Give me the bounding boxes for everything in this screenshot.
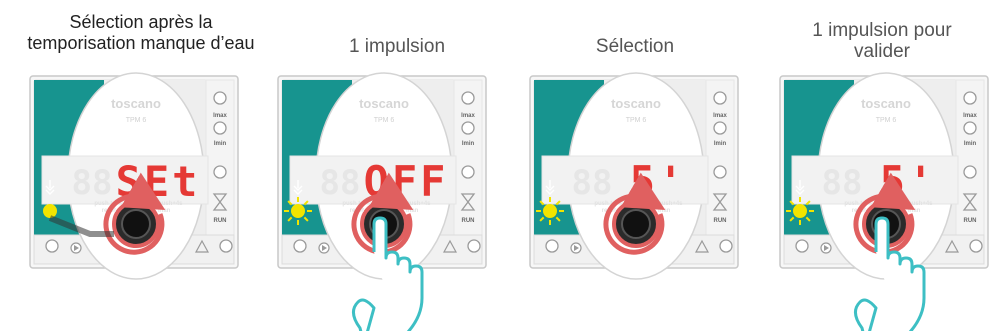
man-label: man	[158, 208, 171, 214]
model-label: TPM 6	[876, 117, 897, 124]
imax-label: Imax	[461, 113, 475, 119]
brand-label: toscano	[111, 96, 161, 111]
run-label: RUN	[964, 218, 977, 224]
imin-label: Imin	[214, 141, 227, 147]
man-label: man	[658, 208, 671, 214]
man-label: man	[908, 208, 921, 214]
display-ghost-digits: 88	[572, 163, 613, 203]
led-indicator	[284, 197, 312, 225]
device-step-4: toscanoTPM 6ImaxIminRUNpush toresetpush+…	[779, 72, 989, 331]
display-ghost-digits: 88	[320, 163, 361, 203]
man-label: man	[406, 208, 419, 214]
imax-label: Imax	[963, 113, 977, 119]
imin-label: Imin	[462, 141, 475, 147]
imax-label: Imax	[213, 113, 227, 119]
run-label: RUN	[714, 218, 727, 224]
display-ghost-digits: 88	[72, 163, 113, 203]
brand-label: toscano	[359, 96, 409, 111]
imin-label: Imin	[714, 141, 727, 147]
model-label: TPM 6	[626, 117, 647, 124]
imin-label: Imin	[964, 141, 977, 147]
led-indicator	[786, 197, 814, 225]
brand-label: toscano	[611, 96, 661, 111]
run-label: RUN	[462, 218, 475, 224]
model-label: TPM 6	[126, 117, 147, 124]
run-label: RUN	[214, 218, 227, 224]
model-label: TPM 6	[374, 117, 395, 124]
led-indicator	[43, 204, 57, 218]
devices-layer: toscanoTPM 6ImaxIminRUNpush toresetpush+…	[29, 72, 989, 331]
led-indicator	[536, 197, 564, 225]
device-step-1: toscanoTPM 6ImaxIminRUNpush toresetpush+…	[29, 72, 239, 280]
imax-label: Imax	[713, 113, 727, 119]
display-ghost-digits: 88	[822, 163, 863, 203]
device-step-3: toscanoTPM 6ImaxIminRUNpush toresetpush+…	[529, 72, 739, 280]
brand-label: toscano	[861, 96, 911, 111]
device-step-2: toscanoTPM 6ImaxIminRUNpush toresetpush+…	[277, 72, 487, 331]
